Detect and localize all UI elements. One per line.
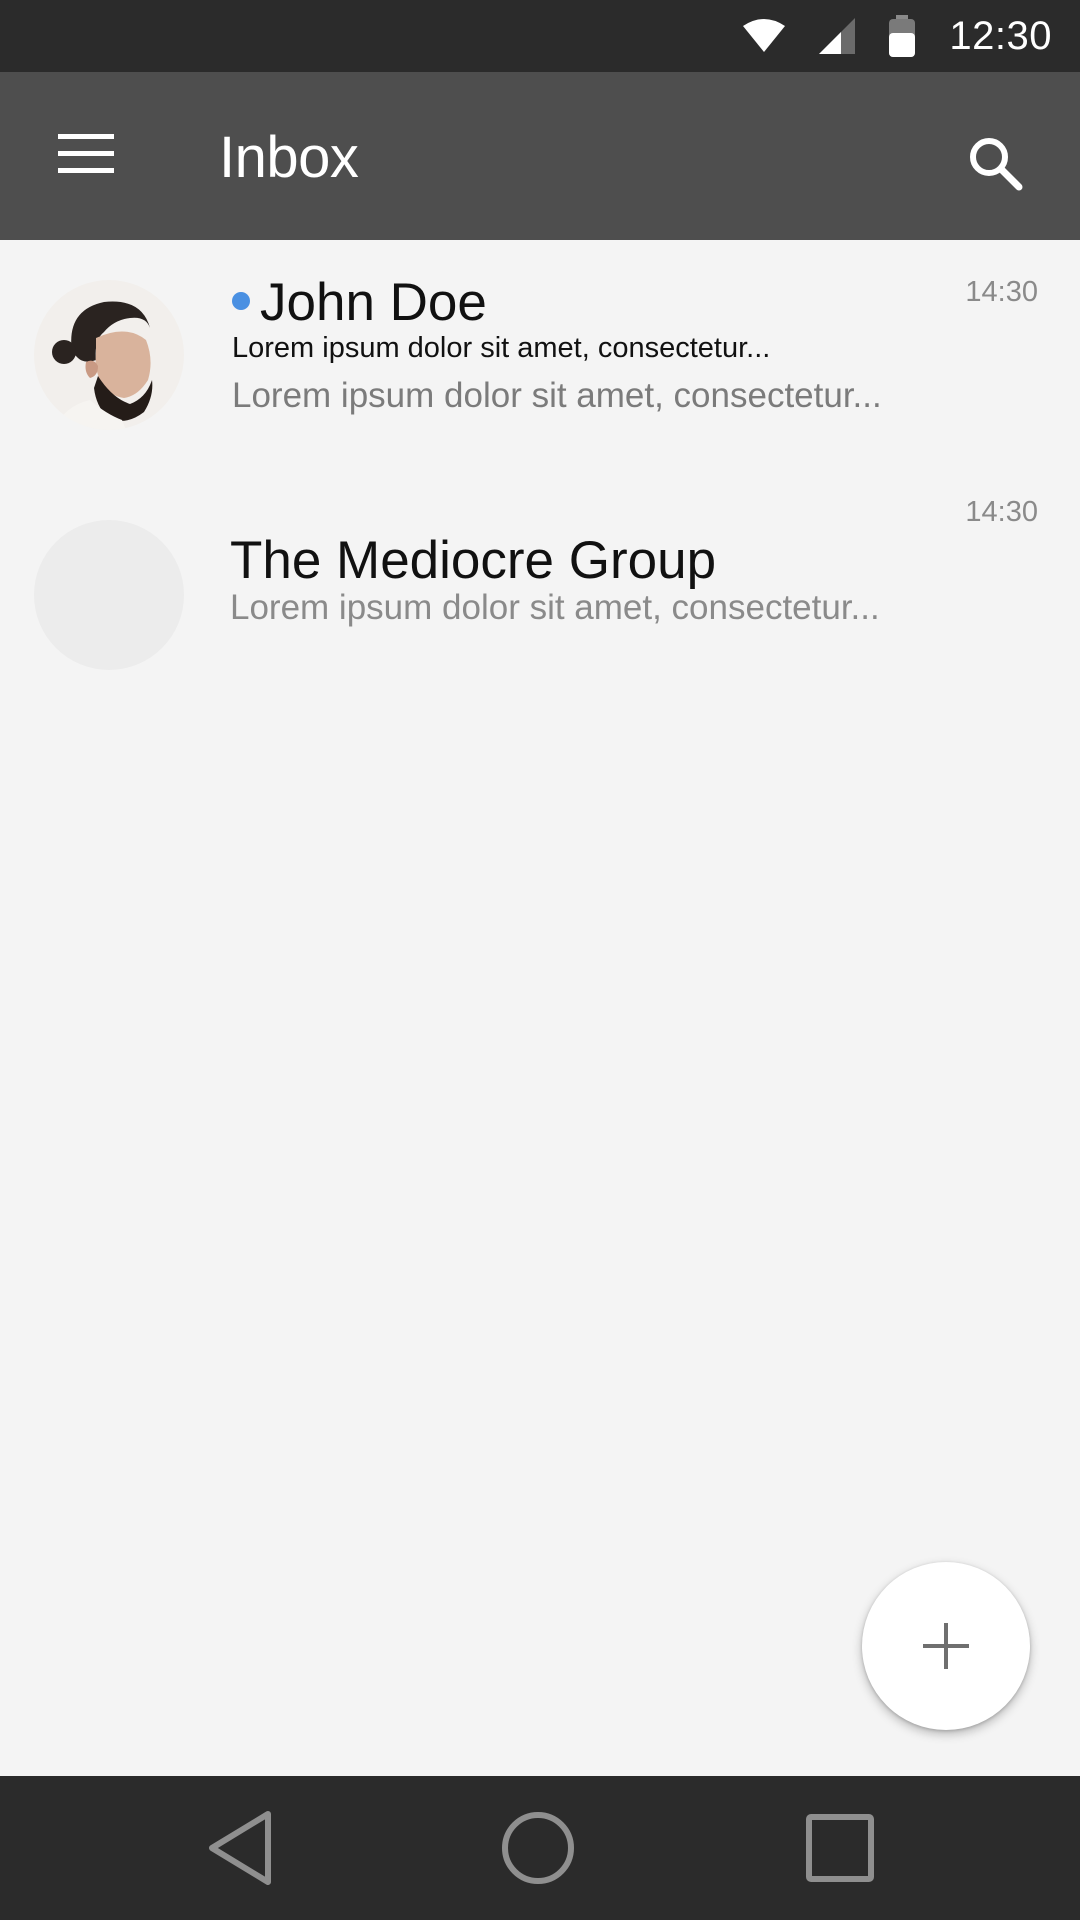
sender-name: John Doe bbox=[260, 273, 487, 332]
message-subject: Lorem ipsum dolor sit amet, consectetur.… bbox=[232, 332, 771, 364]
sender-name: The Mediocre Group bbox=[230, 531, 717, 590]
app-bar: Inbox bbox=[0, 72, 1080, 240]
message-preview: Lorem ipsum dolor sit amet, consectetur.… bbox=[232, 376, 882, 415]
recents-icon bbox=[806, 1814, 874, 1882]
home-icon bbox=[502, 1812, 574, 1884]
avatar bbox=[34, 520, 184, 670]
battery-icon bbox=[889, 15, 916, 57]
home-button[interactable] bbox=[494, 1804, 582, 1892]
compose-button[interactable] bbox=[862, 1562, 1030, 1730]
avatar bbox=[34, 280, 184, 430]
back-icon bbox=[209, 1811, 271, 1885]
plus-icon bbox=[923, 1623, 969, 1669]
message-preview: Lorem ipsum dolor sit amet, consectetur.… bbox=[230, 588, 880, 627]
search-icon bbox=[970, 138, 1023, 191]
page-title: Inbox bbox=[219, 125, 359, 190]
message-time: 14:30 bbox=[965, 276, 1038, 308]
menu-icon bbox=[58, 134, 114, 173]
message-time: 14:30 bbox=[965, 496, 1038, 528]
search-button[interactable] bbox=[960, 128, 1030, 198]
wifi-icon bbox=[743, 18, 786, 54]
status-bar: 12:30 bbox=[0, 0, 1080, 72]
navigation-bar bbox=[0, 1776, 1080, 1920]
status-time: 12:30 bbox=[949, 13, 1052, 58]
recents-button[interactable] bbox=[796, 1804, 884, 1892]
list-item[interactable]: John Doe Lorem ipsum dolor sit amet, con… bbox=[0, 258, 1080, 458]
back-button[interactable] bbox=[196, 1804, 284, 1892]
menu-button[interactable] bbox=[50, 122, 122, 186]
list-item[interactable]: The Mediocre Group Lorem ipsum dolor sit… bbox=[0, 478, 1080, 678]
cell-signal-icon bbox=[819, 18, 856, 54]
unread-dot bbox=[232, 292, 250, 310]
